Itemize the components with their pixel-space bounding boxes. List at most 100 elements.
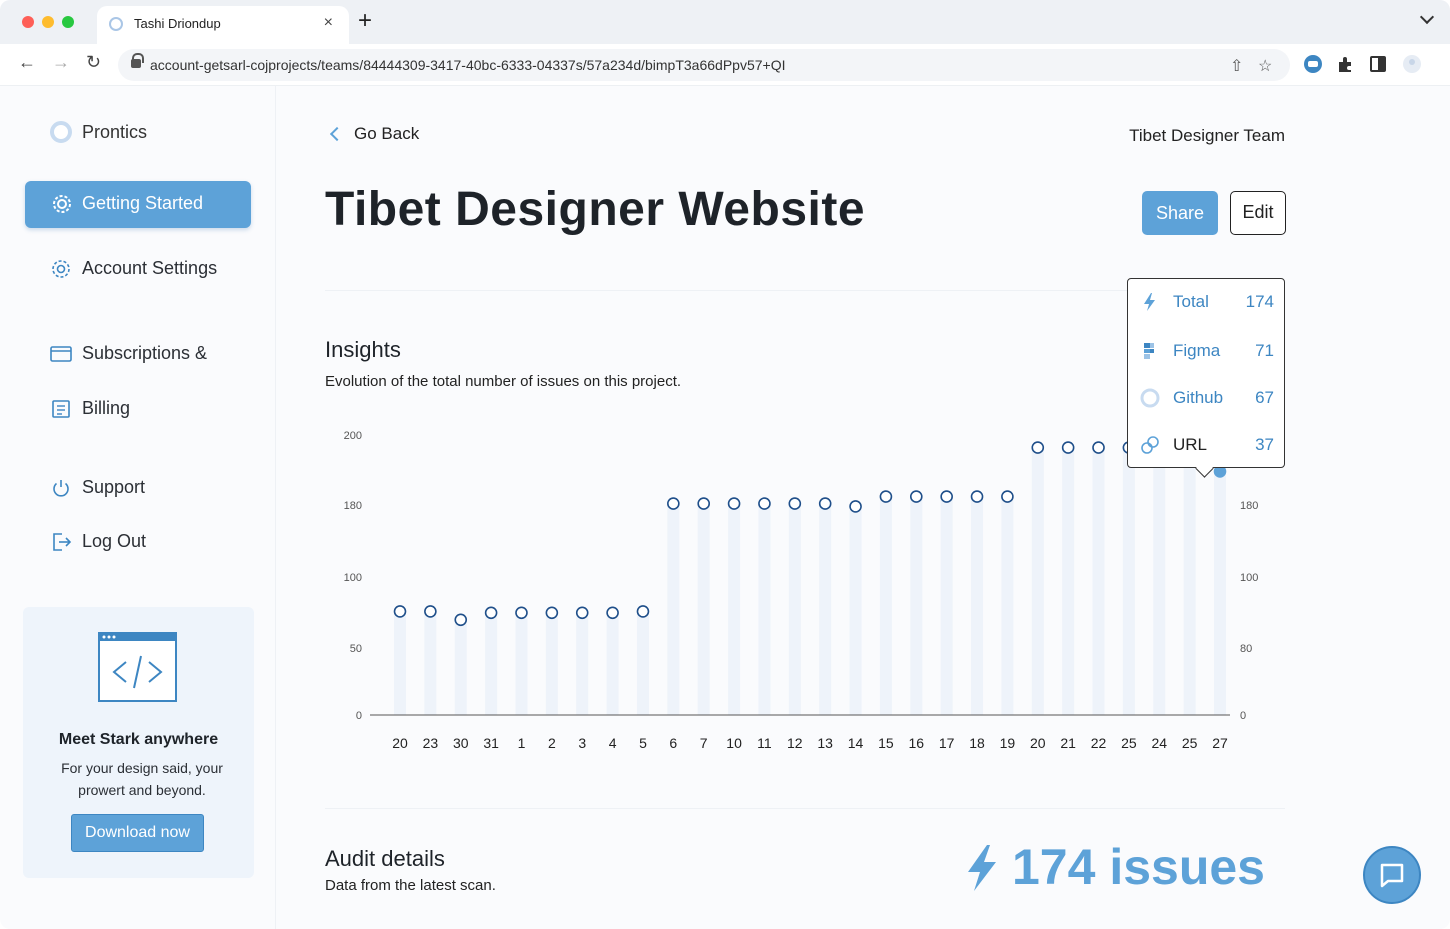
tooltip-label: Figma xyxy=(1173,341,1221,360)
lock-icon xyxy=(131,53,144,68)
x-tick-label: 20 xyxy=(1030,735,1046,751)
chart-bar xyxy=(910,496,923,715)
x-tick-label: 5 xyxy=(639,735,647,751)
x-tick-label: 20 xyxy=(392,735,408,751)
y-tick-label-left: 100 xyxy=(344,572,362,584)
tooltip-row-total: Total 174 xyxy=(1128,289,1284,315)
tab-list-chevron-icon[interactable] xyxy=(1419,9,1435,25)
tab-close-icon[interactable]: × xyxy=(324,14,333,32)
extension-shield-icon[interactable] xyxy=(1303,54,1323,74)
x-tick-label: 21 xyxy=(1060,735,1076,751)
back-arrow-icon[interactable]: ← xyxy=(18,52,36,73)
x-tick-label: 15 xyxy=(878,735,894,751)
bookmark-star-icon[interactable]: ☆ xyxy=(1258,56,1272,76)
code-window-icon xyxy=(98,632,177,702)
maximize-window-icon[interactable] xyxy=(62,16,74,28)
sidebar-item-label: Billing xyxy=(82,398,131,418)
chart-point xyxy=(454,613,468,627)
sidebar-panel-icon[interactable] xyxy=(1368,54,1388,74)
x-tick-label: 22 xyxy=(1091,735,1107,751)
chat-bubble-icon xyxy=(1380,863,1404,888)
edit-button[interactable]: Edit xyxy=(1230,191,1286,235)
chart-point xyxy=(424,605,437,618)
chart-point xyxy=(758,497,771,510)
chart-bar xyxy=(819,503,832,715)
chart-bar xyxy=(545,612,558,715)
sidebar-item-getting-started[interactable]: Getting Started xyxy=(25,181,251,228)
chart-point xyxy=(1061,441,1075,454)
chart-bar xyxy=(454,619,467,715)
tab-bar: Tashi Driondup × + xyxy=(0,0,1450,44)
browser-tab[interactable]: Tashi Driondup × xyxy=(97,6,349,44)
chart-bar xyxy=(1183,447,1196,715)
x-tick-label: 25 xyxy=(1121,735,1137,751)
issues-value: 174 issues xyxy=(1012,839,1265,895)
link-icon xyxy=(1141,436,1159,454)
y-tick-label-right: 180 xyxy=(1240,500,1258,512)
chart-point xyxy=(606,606,619,620)
chart-bar xyxy=(697,503,710,715)
figma-icon xyxy=(1144,343,1154,359)
chart-point xyxy=(940,490,953,503)
github-icon xyxy=(1140,388,1160,408)
tooltip-label: Github xyxy=(1173,388,1224,407)
url-input[interactable]: account-getsarl-cojprojects/teams/844443… xyxy=(118,49,1290,81)
chart-point xyxy=(849,500,862,513)
chart-point xyxy=(484,606,498,620)
insights-subtitle: Evolution of the total number of issues … xyxy=(325,373,682,390)
y-tick-label-left: 180 xyxy=(344,500,362,512)
new-tab-button[interactable]: + xyxy=(358,7,372,35)
divider xyxy=(325,808,1285,809)
chart-bar xyxy=(788,503,801,715)
card-icon xyxy=(50,346,72,362)
gear-icon xyxy=(52,260,70,278)
chart-bar xyxy=(728,503,741,715)
chart-bar xyxy=(1122,447,1135,715)
profile-avatar-icon[interactable] xyxy=(1402,54,1422,74)
chart-bar xyxy=(1062,447,1075,715)
sidebar-item-label: Support xyxy=(82,477,146,497)
x-tick-label: 2 xyxy=(548,735,556,751)
power-icon xyxy=(53,480,69,497)
y-tick-label-left: 0 xyxy=(356,710,362,722)
chart-point xyxy=(575,606,589,620)
chevron-left-icon xyxy=(329,126,345,142)
invoice-icon xyxy=(52,400,70,418)
share-page-icon[interactable]: ⇧ xyxy=(1230,56,1243,76)
x-tick-label: 10 xyxy=(726,735,742,751)
y-tick-label-left: 200 xyxy=(344,430,362,442)
x-tick-label: 24 xyxy=(1151,735,1167,751)
promo-text-line: For your design said, your xyxy=(61,760,223,776)
sidebar-item-label: Account Settings xyxy=(82,258,218,278)
share-button[interactable]: Share xyxy=(1142,191,1218,235)
address-bar: ← → ↻ account-getsarl-cojprojects/teams/… xyxy=(0,44,1450,86)
chart-point xyxy=(1031,441,1045,454)
download-now-button[interactable]: Download now xyxy=(71,814,204,852)
x-tick-label: 12 xyxy=(787,735,803,751)
chart-bar xyxy=(758,503,771,715)
chart-bar xyxy=(1092,447,1105,715)
chart-bar xyxy=(940,496,953,715)
insights-chart: 20018010050018010080020 23 30 31 1 2 3 4 5 6 7 10 11… xyxy=(344,430,1259,751)
tooltip-row-url: URL 37 xyxy=(1128,432,1284,458)
sidebar: Prontics Getting Started Account Setting… xyxy=(0,86,276,929)
bolt-icon xyxy=(1144,293,1155,311)
chart-point xyxy=(909,490,923,503)
reload-icon[interactable]: ↻ xyxy=(86,52,101,73)
puzzle-extension-icon[interactable] xyxy=(1336,54,1356,74)
forward-arrow-icon[interactable]: → xyxy=(52,52,70,73)
go-back-link[interactable]: Go Back xyxy=(328,124,419,144)
tooltip-value: 71 xyxy=(1255,341,1274,360)
y-tick-label-left: 50 xyxy=(350,643,362,655)
browser-window: Tashi Driondup × + ← → ↻ account-getsarl… xyxy=(0,0,1450,929)
chart-point xyxy=(545,606,559,620)
promo-title: Meet Stark anywhere xyxy=(58,731,219,748)
promo-text-line: prowert and beyond. xyxy=(78,782,206,798)
x-tick-label: 18 xyxy=(969,735,985,751)
chat-button[interactable] xyxy=(1363,846,1421,904)
tooltip-label: Total xyxy=(1173,292,1209,311)
close-window-icon[interactable] xyxy=(22,16,34,28)
chart-bar xyxy=(1214,471,1226,715)
chart-point xyxy=(636,605,650,618)
minimize-window-icon[interactable] xyxy=(42,16,54,28)
